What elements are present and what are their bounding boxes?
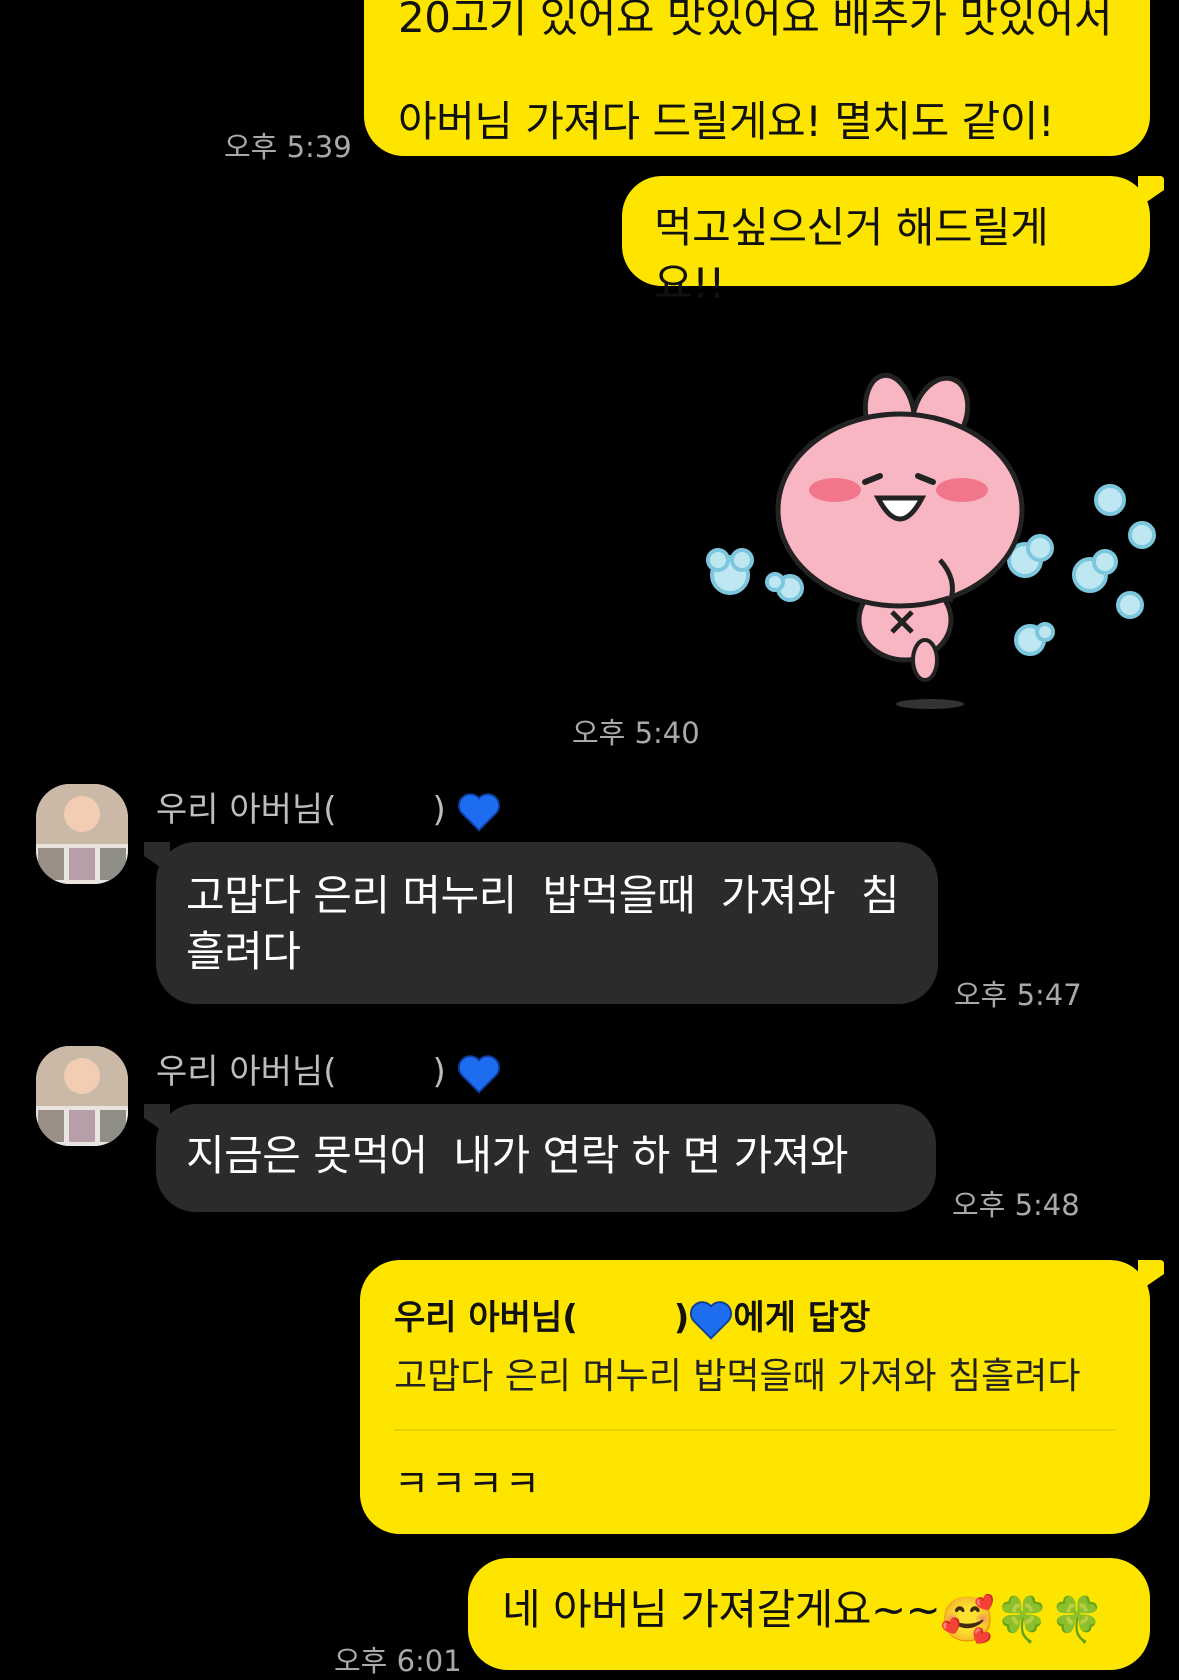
my-message-bubble-1[interactable]: 20고기 있어요 맛있어요 배추가 맛있어서 아버님 가져다 드릴게요! 멸치도… [364, 0, 1150, 156]
sender-name-prefix: 우리 아버님( [156, 1052, 337, 1092]
sender-name-prefix: 우리 아버님( [156, 790, 337, 830]
sender-avatar[interactable] [36, 784, 128, 884]
reply-target-label: 우리 아버님() 에게 답장 [394, 1290, 1116, 1341]
message-text: 먹고싶으신거 해드릴게요!! [654, 203, 1049, 308]
message-timestamp: 오후 6:01 [334, 1644, 462, 1678]
other-message-bubble-1[interactable]: 고맙다 은리 며누리 밥먹을때 가져와 침 흘려다 [144, 842, 938, 1004]
blue-heart-icon [457, 1054, 500, 1094]
other-message-bubble-2[interactable]: 지금은 못먹어 내가 연락 하 면 가져와 [144, 1104, 936, 1212]
message-text: 고맙다 은리 며누리 밥먹을때 가져와 침 흘려다 [186, 871, 900, 976]
sender-name-suffix: ) [432, 1052, 446, 1092]
message-text: 지금은 못먹어 내가 연락 하 면 가져와 [186, 1131, 849, 1180]
reply-to-suffix: ) [673, 1298, 690, 1338]
blue-heart-icon [457, 792, 500, 832]
sender-name: 우리 아버님() [156, 1044, 501, 1095]
sender-name: 우리 아버님() [156, 782, 501, 833]
message-text: ㅋㅋㅋㅋ [394, 1461, 542, 1506]
message-timestamp: 오후 5:39 [224, 130, 352, 164]
message-timestamp: 오후 5:47 [954, 978, 1082, 1012]
message-timestamp: 오후 5:48 [952, 1188, 1080, 1222]
my-message-bubble-2[interactable]: 먹고싶으신거 해드릴게요!! [622, 176, 1164, 308]
message-text: 네 아버님 가져갈게요~~ [502, 1585, 941, 1634]
avatar-photo-icon [36, 1046, 128, 1146]
reply-divider [394, 1428, 1116, 1431]
pink-bunny-sticker-icon [706, 372, 1156, 709]
emoji-smiling-face-clover-icon: 🥰🍀🍀 [940, 1594, 1105, 1646]
reply-to-label: 에게 답장 [733, 1298, 871, 1338]
sticker-timestamp: 오후 5:40 [572, 716, 700, 750]
pink-bunny-sticker[interactable] [700, 370, 1160, 720]
sender-name-suffix: ) [432, 790, 446, 830]
my-message-bubble-3[interactable]: 네 아버님 가져갈게요~~🥰🍀🍀 [468, 1558, 1150, 1670]
my-reply-bubble[interactable]: 우리 아버님() 에게 답장 고맙다 은리 며누리 밥먹을때 가져와 침흘려다 ㅋ… [360, 1260, 1164, 1534]
message-text-line1: 20고기 있어요 맛있어요 배추가 맛있어서 [398, 0, 1113, 42]
avatar-photo-icon [36, 784, 128, 884]
sender-avatar[interactable] [36, 1046, 128, 1146]
blue-heart-icon [690, 1300, 733, 1340]
reply-to-prefix: 우리 아버님( [394, 1298, 578, 1338]
message-text-line2: 아버님 가져다 드릴게요! 멸치도 같이! [398, 97, 1055, 146]
reply-quoted-text: 고맙다 은리 며누리 밥먹을때 가져와 침흘려다 [394, 1355, 1081, 1397]
